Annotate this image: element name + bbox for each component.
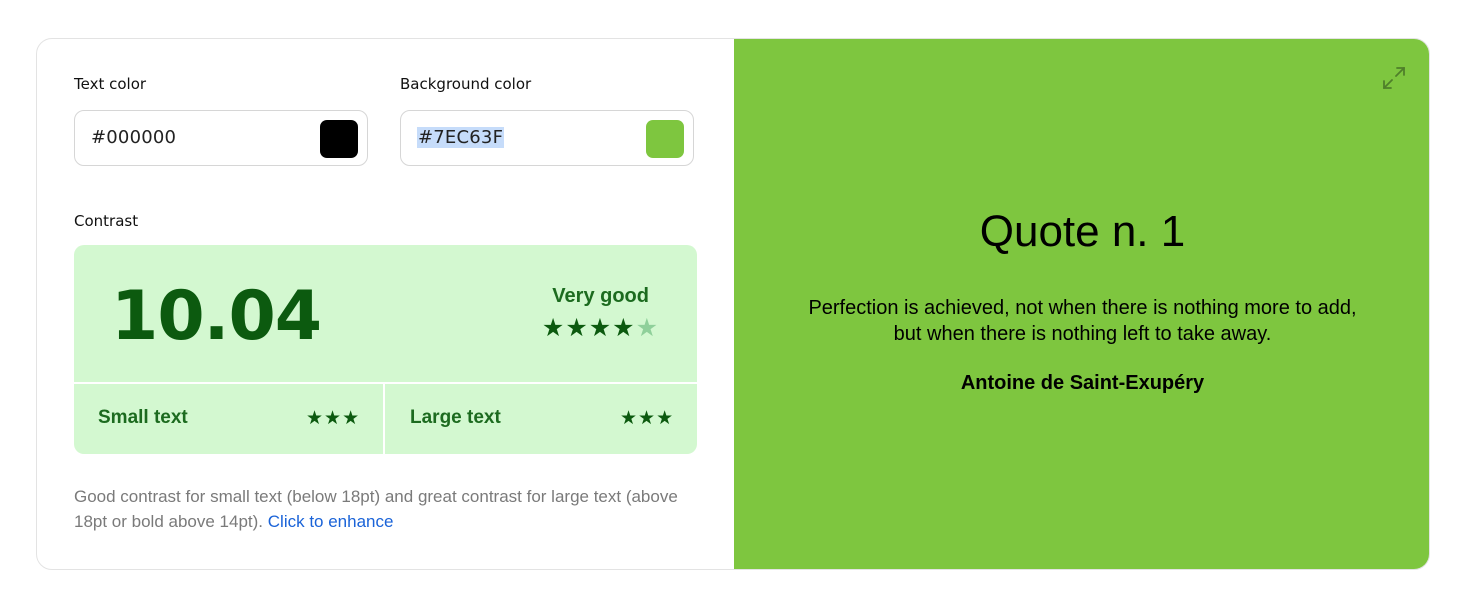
contrast-label: Contrast xyxy=(74,212,139,230)
expand-icon[interactable] xyxy=(1381,65,1407,91)
large-text-stars: ★★★ xyxy=(620,407,675,429)
large-text-label: Large text xyxy=(410,407,501,428)
text-color-swatch[interactable] xyxy=(320,120,358,158)
contrast-rating-stars: ★★★★★ xyxy=(542,315,659,340)
background-color-swatch[interactable] xyxy=(646,120,684,158)
controls-panel: Text color #000000 Background color #7EC… xyxy=(37,39,734,569)
background-color-label: Background color xyxy=(400,75,532,93)
contrast-result-box: 10.04 Very good ★★★★★ Small text ★★★ Lar… xyxy=(74,245,697,454)
divider xyxy=(74,382,697,384)
quote-author: Antoine de Saint-Exupéry xyxy=(960,372,1205,394)
quote-text: Perfection is achieved, not when there i… xyxy=(808,297,1357,345)
divider xyxy=(383,384,385,454)
contrast-description: Good contrast for small text (below 18pt… xyxy=(74,484,704,534)
background-color-field[interactable]: #7EC63F xyxy=(400,110,694,166)
text-color-input[interactable]: #000000 xyxy=(91,127,176,148)
small-text-stars: ★★★ xyxy=(306,407,361,429)
text-color-label: Text color xyxy=(74,75,147,93)
enhance-link[interactable]: Click to enhance xyxy=(268,512,394,531)
small-text-label: Small text xyxy=(98,407,188,428)
contrast-checker-card: Text color #000000 Background color #7EC… xyxy=(36,38,1430,570)
text-color-field[interactable]: #000000 xyxy=(74,110,368,166)
preview-panel: Quote n. 1 Perfection is achieved, not w… xyxy=(734,39,1429,569)
quote-title: Quote n. 1 xyxy=(979,207,1186,256)
background-color-input[interactable]: #7EC63F xyxy=(417,127,505,148)
star-icon-filled: ★★★★ xyxy=(541,313,636,342)
contrast-ratio: 10.04 xyxy=(111,277,322,356)
contrast-rating-label: Very good xyxy=(552,285,649,307)
star-icon-empty: ★ xyxy=(635,313,659,342)
